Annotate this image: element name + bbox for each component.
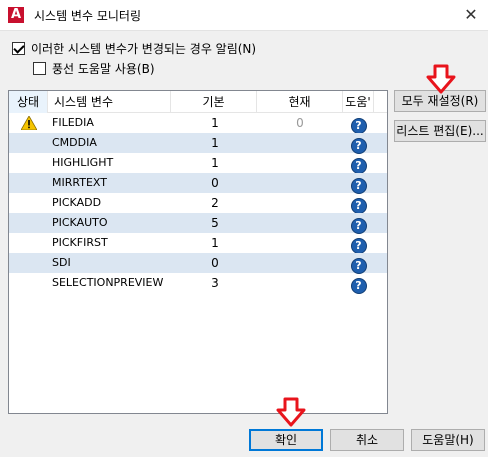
status-cell (9, 193, 48, 213)
table-row[interactable]: PICKADD 2 ? (9, 193, 387, 214)
basic-value[interactable]: 3 (173, 273, 257, 293)
status-cell (9, 153, 48, 173)
help-cell[interactable]: ? (343, 273, 374, 294)
title-bar: A 시스템 변수 모니터링 ✕ (0, 0, 488, 31)
current-value (257, 133, 343, 153)
current-value (257, 173, 343, 193)
help-icon[interactable]: ? (350, 118, 367, 134)
status-cell (9, 113, 48, 133)
list-header: 상태 시스템 변수 기본 현재 도움' (9, 91, 387, 113)
balloon-option[interactable]: 풍선 도움말 사용(B) (33, 60, 155, 77)
help-icon[interactable]: ? (350, 238, 367, 254)
help-icon[interactable]: ? (350, 178, 367, 194)
help-cell[interactable]: ? (343, 133, 374, 154)
variable-name: CMDDIA (52, 136, 97, 149)
status-cell (9, 273, 48, 293)
table-row[interactable]: PICKAUTO 5 ? (9, 213, 387, 234)
status-cell (9, 133, 48, 153)
notify-checkbox[interactable] (12, 42, 25, 55)
table-row[interactable]: CMDDIA 1 ? (9, 133, 387, 154)
column-header-status[interactable]: 상태 (9, 91, 48, 113)
variable-name: PICKADD (52, 196, 102, 209)
current-value (257, 233, 343, 253)
basic-value[interactable]: 0 (173, 173, 257, 193)
close-button[interactable]: ✕ (454, 0, 488, 30)
balloon-checkbox[interactable] (33, 62, 46, 75)
table-row[interactable]: SELECTIONPREVIEW 3 ? (9, 273, 387, 294)
annotation-arrow-down-icon (276, 397, 306, 427)
help-icon[interactable]: ? (350, 258, 367, 274)
column-header-name[interactable]: 시스템 변수 (48, 91, 171, 113)
current-value (257, 153, 343, 173)
help-button[interactable]: 도움말(H) (411, 429, 485, 451)
status-cell (9, 213, 48, 233)
current-value (257, 273, 343, 293)
help-cell[interactable]: ? (343, 193, 374, 214)
variable-name: SDI (52, 256, 71, 269)
help-icon[interactable]: ? (350, 158, 367, 174)
autocad-app-icon: A (8, 7, 24, 23)
ok-button[interactable]: 확인 (249, 429, 323, 451)
help-cell[interactable]: ? (343, 173, 374, 194)
variable-name: SELECTIONPREVIEW (52, 276, 164, 289)
notify-option[interactable]: 이러한 시스템 변수가 변경되는 경우 알림(N) (12, 40, 256, 57)
status-cell (9, 253, 48, 273)
table-row[interactable]: FILEDIA 1 0 ? (9, 113, 387, 134)
variable-name: FILEDIA (52, 116, 94, 129)
column-header-current[interactable]: 현재 (257, 91, 343, 113)
basic-value[interactable]: 1 (173, 233, 257, 253)
status-cell (9, 233, 48, 253)
warning-icon (20, 116, 37, 130)
help-icon[interactable]: ? (350, 138, 367, 154)
current-value (257, 253, 343, 273)
edit-list-button[interactable]: 리스트 편집(E)... (394, 120, 486, 142)
help-icon[interactable]: ? (350, 198, 367, 214)
help-cell[interactable]: ? (343, 113, 374, 134)
current-value (257, 213, 343, 233)
notify-label: 이러한 시스템 변수가 변경되는 경우 알림(N) (31, 42, 257, 56)
column-header-basic[interactable]: 기본 (171, 91, 257, 113)
help-cell[interactable]: ? (343, 233, 374, 254)
current-value: 0 (296, 116, 304, 130)
basic-value[interactable]: 1 (173, 133, 257, 153)
variable-name: PICKFIRST (52, 236, 108, 249)
basic-value[interactable]: 2 (173, 193, 257, 213)
help-cell[interactable]: ? (343, 213, 374, 234)
table-row[interactable]: SDI 0 ? (9, 253, 387, 274)
annotation-arrow-down-icon (426, 64, 456, 94)
variable-name: PICKAUTO (52, 216, 108, 229)
table-row[interactable]: HIGHLIGHT 1 ? (9, 153, 387, 174)
basic-value[interactable]: 1 (173, 113, 257, 133)
table-row[interactable]: PICKFIRST 1 ? (9, 233, 387, 254)
basic-value[interactable]: 5 (173, 213, 257, 233)
column-header-help[interactable]: 도움' (343, 91, 374, 113)
cancel-button[interactable]: 취소 (330, 429, 404, 451)
current-value (257, 193, 343, 213)
help-cell[interactable]: ? (343, 153, 374, 174)
status-cell (9, 173, 48, 193)
help-icon[interactable]: ? (350, 278, 367, 294)
basic-value[interactable]: 1 (173, 153, 257, 173)
table-row[interactable]: MIRRTEXT 0 ? (9, 173, 387, 194)
variable-name: MIRRTEXT (52, 176, 107, 189)
help-cell[interactable]: ? (343, 253, 374, 274)
balloon-label: 풍선 도움말 사용(B) (52, 62, 155, 76)
basic-value[interactable]: 0 (173, 253, 257, 273)
window-title: 시스템 변수 모니터링 (34, 9, 141, 23)
help-icon[interactable]: ? (350, 218, 367, 234)
system-variable-list[interactable]: 상태 시스템 변수 기본 현재 도움' FILEDIA 1 0 ? CMDDIA… (8, 90, 388, 414)
variable-name: HIGHLIGHT (52, 156, 114, 169)
